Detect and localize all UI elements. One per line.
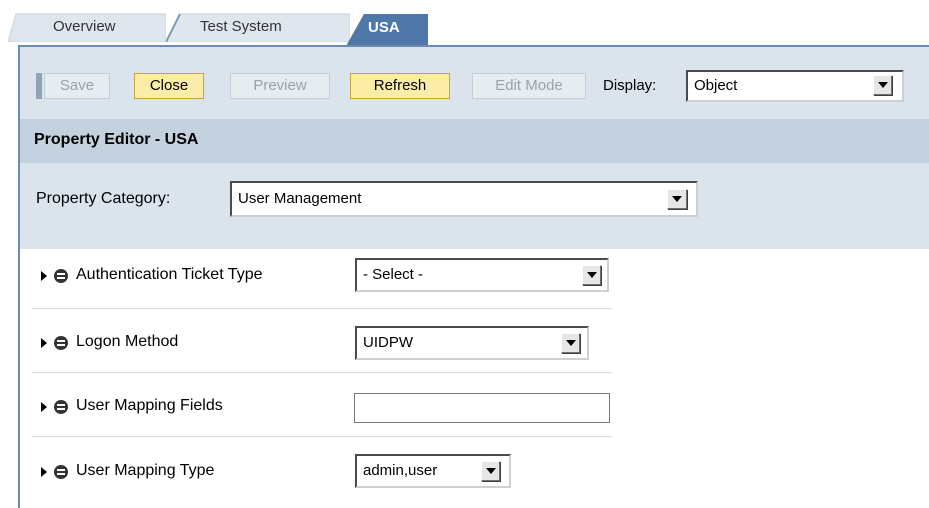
save-button[interactable]: Save [44,73,110,99]
row-divider [32,308,612,309]
tab-usa-label: USA [368,19,400,36]
expand-arrow-icon[interactable] [41,402,47,412]
refresh-button[interactable]: Refresh [350,73,450,99]
display-select-value: Object [694,77,738,94]
close-button[interactable]: Close [134,73,204,99]
editor-title: Property Editor - USA [34,131,199,148]
category-select[interactable]: User Management [230,181,698,217]
category-select-value: User Management [238,190,362,207]
expand-arrow-icon[interactable] [41,271,47,281]
user-mapping-type-value: admin,user [363,462,438,479]
row-divider [32,372,612,373]
row-divider [32,436,612,437]
property-info-icon [54,400,68,414]
expand-arrow-icon[interactable] [41,467,47,477]
tab-test-system-label: Test System [200,18,282,35]
category-label: Property Category: [36,190,171,207]
tab-usa[interactable]: USA [346,12,428,46]
preview-button[interactable]: Preview [230,73,330,99]
logon-method-select[interactable]: UIDPW [355,326,589,360]
display-label: Display: [603,77,657,94]
display-select-arrow-icon[interactable] [873,75,892,95]
expand-arrow-icon[interactable] [41,338,47,348]
property-label: Logon Method [76,333,179,350]
authentication-ticket-type-select[interactable]: - Select - [355,258,609,292]
property-info-icon [54,269,68,283]
user-mapping-type-arrow-icon[interactable] [481,461,500,481]
property-label: User Mapping Type [76,462,215,479]
tab-overview-label: Overview [53,18,116,35]
authentication-ticket-type-arrow-icon[interactable] [582,265,601,285]
tab-test-system[interactable]: Test System [166,12,350,42]
property-label: User Mapping Fields [76,397,223,414]
toolbar-grip [36,73,42,99]
display-select[interactable]: Object [686,70,904,102]
property-label: Authentication Ticket Type [76,266,263,283]
authentication-ticket-type-value: - Select - [363,266,424,283]
edit-mode-button[interactable]: Edit Mode [472,73,586,99]
logon-method-arrow-icon[interactable] [561,333,580,353]
user-mapping-fields-input[interactable] [354,393,610,423]
tab-overview[interactable]: Overview [8,12,166,42]
property-info-icon [54,465,68,479]
logon-method-value: UIDPW [363,334,413,351]
property-info-icon [54,336,68,350]
category-select-arrow-icon[interactable] [667,189,687,209]
